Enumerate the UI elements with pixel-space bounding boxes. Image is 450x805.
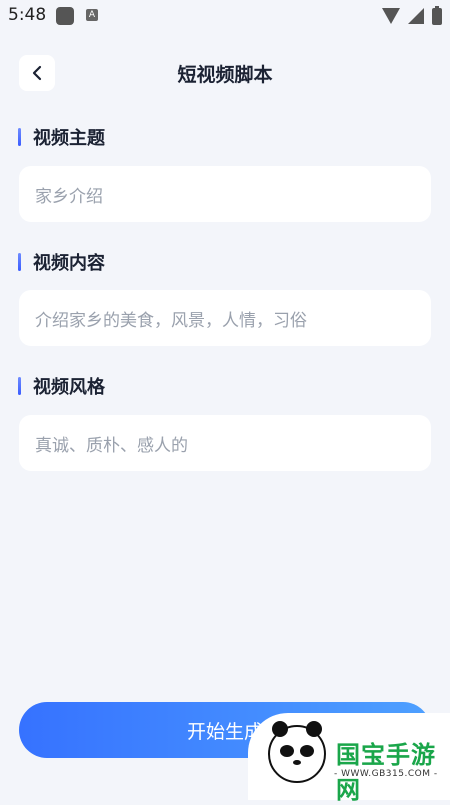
section-label: 视频风格 xyxy=(33,377,105,398)
status-time: 5:48 xyxy=(8,5,47,25)
content-placeholder: 介绍家乡的美食，风景，人情，习俗 xyxy=(35,310,307,331)
section-label: 视频内容 xyxy=(33,253,105,274)
section-accent-bar xyxy=(18,253,21,271)
section-title-style: 视频风格 xyxy=(18,373,105,399)
signal-icon xyxy=(408,8,424,24)
status-bar: 5:48 A xyxy=(0,0,450,32)
content-input[interactable]: 介绍家乡的美食，风景，人情，习俗 xyxy=(19,290,431,346)
topic-placeholder: 家乡介绍 xyxy=(35,186,103,207)
style-placeholder: 真诚、质朴、感人的 xyxy=(35,435,188,456)
section-title-topic: 视频主题 xyxy=(18,124,105,150)
topic-input[interactable]: 家乡介绍 xyxy=(19,166,431,222)
wifi-icon xyxy=(382,8,400,24)
section-accent-bar xyxy=(18,128,21,146)
battery-icon xyxy=(432,5,442,25)
section-accent-bar xyxy=(18,377,21,395)
app-badge-icon: A xyxy=(86,9,98,21)
app-notification-icon xyxy=(56,7,74,25)
section-title-content: 视频内容 xyxy=(18,249,105,275)
status-icons xyxy=(382,5,442,26)
section-label: 视频主题 xyxy=(33,128,105,149)
watermark: 国宝手游网 - WWW.GB315.COM - xyxy=(248,713,450,804)
style-input[interactable]: 真诚、质朴、感人的 xyxy=(19,415,431,471)
panda-logo-icon xyxy=(268,721,326,783)
watermark-url: - WWW.GB315.COM - xyxy=(334,769,438,779)
page-title: 短视频脚本 xyxy=(177,64,273,86)
